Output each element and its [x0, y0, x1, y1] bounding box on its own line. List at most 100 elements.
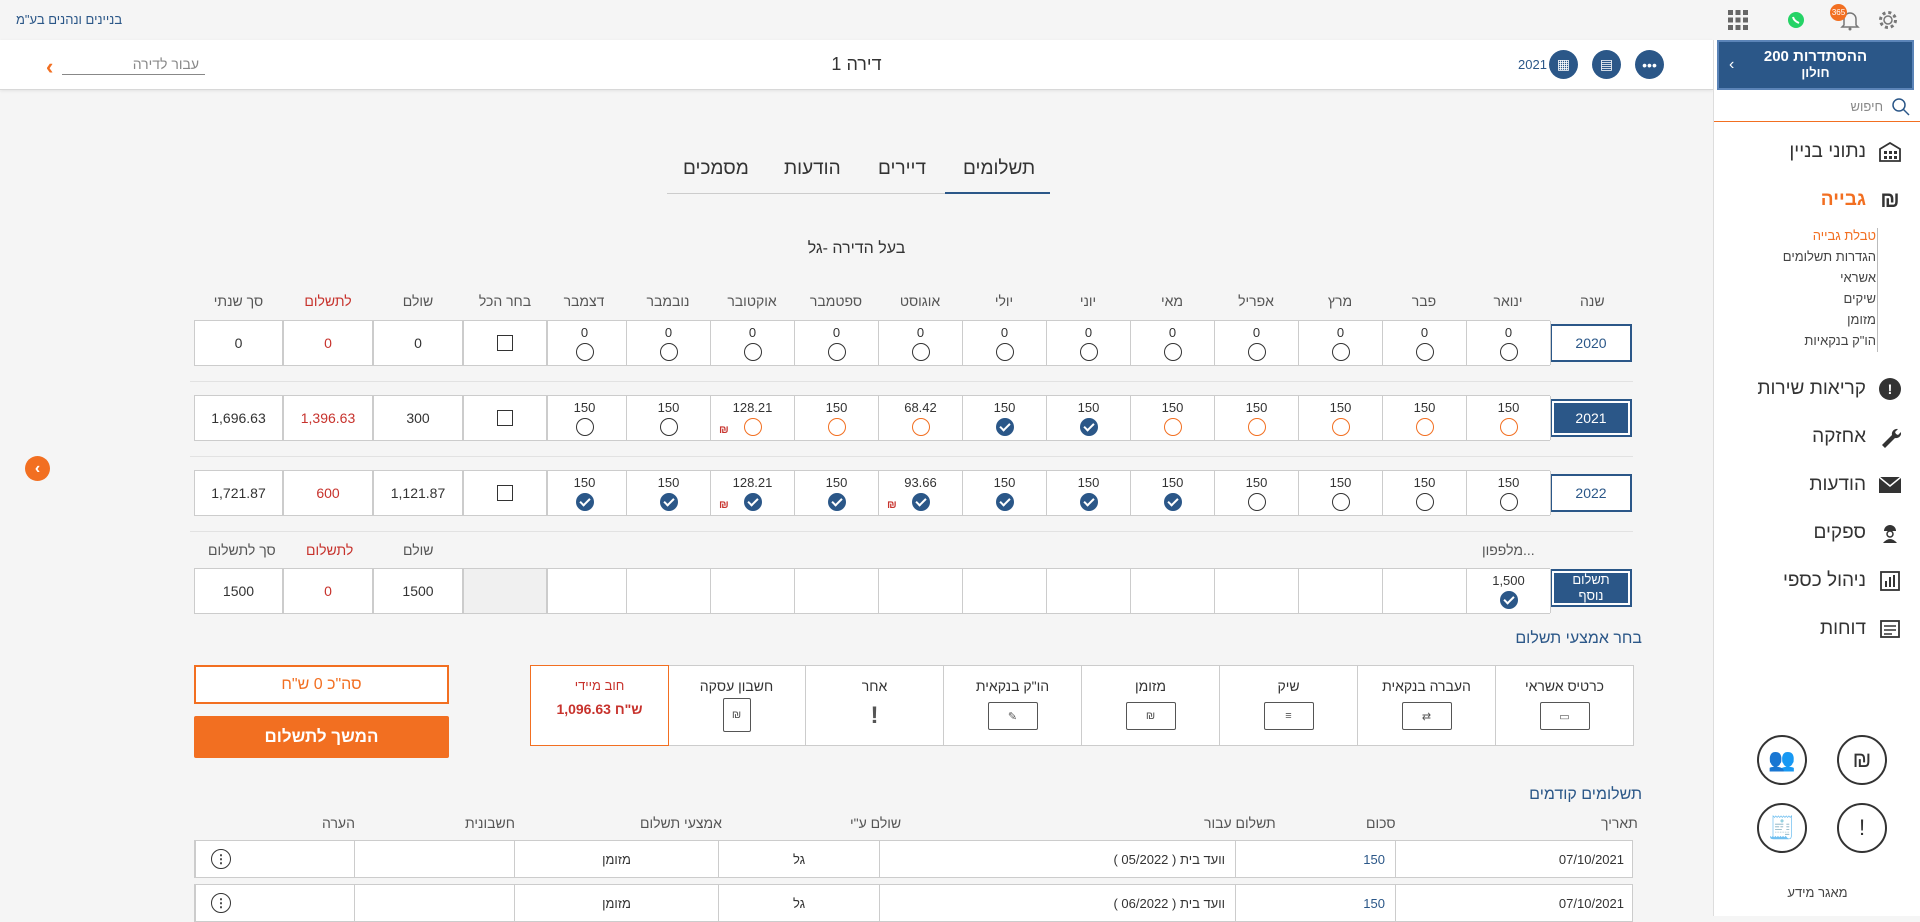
month-cell[interactable]: 0 — [1299, 321, 1383, 365]
month-cell[interactable]: 150 — [1131, 471, 1215, 515]
subitem-bank-standing-orders[interactable]: הו"ק בנקאיות — [1804, 333, 1876, 348]
month-paid-toggle[interactable] — [912, 343, 930, 361]
payment-method-check[interactable]: שיק ≡ — [1219, 665, 1358, 746]
subitem-cash[interactable]: מזומן — [1847, 312, 1876, 327]
bell-icon[interactable]: 365 — [1830, 4, 1862, 32]
tab-documents[interactable]: מסמכים — [683, 158, 749, 180]
month-paid-toggle[interactable] — [576, 493, 594, 511]
payment-method-bank-transfer[interactable]: העברה בנקאית ⇄ — [1357, 665, 1496, 746]
month-cell[interactable]: 150 — [1215, 471, 1299, 515]
month-paid-toggle[interactable] — [1248, 418, 1266, 436]
alert-icon[interactable]: ! — [1837, 803, 1887, 853]
extra-payment-button[interactable]: תשלום נוסף — [1550, 569, 1632, 607]
month-cell[interactable]: 0 — [711, 321, 795, 365]
month-cell[interactable]: 150 — [627, 471, 711, 515]
payment-method-invoice[interactable]: חשבון עסקה ₪ — [667, 665, 806, 746]
month-paid-toggle[interactable] — [576, 343, 594, 361]
more-options-icon[interactable]: ⋮ — [211, 849, 231, 869]
payment-method-credit-card[interactable]: כרטיס אשראי ▭ — [1495, 665, 1634, 746]
residents-icon[interactable]: 👥 — [1757, 735, 1807, 785]
payment-method-other[interactable]: אחר! — [805, 665, 944, 746]
apps-grid-icon[interactable] — [1726, 8, 1750, 32]
sidebar-item-financial-management[interactable]: ניהול כספי — [1783, 569, 1902, 593]
month-paid-toggle[interactable] — [1248, 343, 1266, 361]
subitem-collection-table[interactable]: טבלת גבייה — [1813, 228, 1876, 243]
calendar-icon[interactable]: ▦ — [1549, 50, 1578, 79]
year-button[interactable]: 2021 — [1550, 399, 1632, 437]
month-paid-toggle[interactable] — [1080, 343, 1098, 361]
document-icon[interactable]: ▤ — [1592, 50, 1621, 79]
month-paid-toggle[interactable] — [1500, 493, 1518, 511]
month-cell[interactable]: 150 — [1383, 396, 1467, 440]
month-cell[interactable]: 0 — [795, 321, 879, 365]
sidebar-item-service-calls[interactable]: קריאות שירות ! — [1757, 377, 1902, 401]
month-paid-toggle[interactable] — [1164, 493, 1182, 511]
month-cell[interactable]: 0 — [1215, 321, 1299, 365]
month-paid-toggle[interactable] — [828, 418, 846, 436]
month-paid-toggle[interactable] — [1500, 343, 1518, 361]
month-paid-toggle[interactable] — [660, 343, 678, 361]
search-input[interactable]: חיפוש — [1851, 99, 1883, 114]
building-selector[interactable]: ‹ ההסתדרות 200 חולון — [1717, 40, 1914, 90]
receipt-icon[interactable]: 🧾 — [1757, 803, 1807, 853]
month-paid-toggle[interactable] — [576, 418, 594, 436]
tab-payments[interactable]: תשלומים — [963, 158, 1035, 180]
sidebar-item-maintenance[interactable]: אחזקה — [1812, 425, 1902, 449]
month-paid-toggle[interactable] — [1416, 343, 1434, 361]
month-cell[interactable]: 0 — [1467, 321, 1551, 365]
month-paid-toggle[interactable] — [744, 493, 762, 511]
knowledge-base-link[interactable]: מאגר מידע — [1714, 885, 1920, 900]
month-cell[interactable]: 0 — [1131, 321, 1215, 365]
sidebar-item-suppliers[interactable]: ספקים — [1813, 521, 1902, 545]
sidebar-item-collection[interactable]: גבייה ₪ — [1821, 187, 1902, 212]
subitem-credit[interactable]: אשראי — [1840, 270, 1876, 285]
month-cell[interactable]: 0 — [1047, 321, 1131, 365]
month-cell[interactable]: 128.21 ₪ — [711, 471, 795, 515]
month-paid-toggle[interactable] — [1332, 343, 1350, 361]
settings-gear-icon[interactable] — [1876, 8, 1900, 32]
month-cell[interactable]: 150 — [1467, 471, 1551, 515]
month-paid-toggle[interactable] — [1332, 418, 1350, 436]
month-paid-toggle[interactable] — [996, 343, 1014, 361]
month-paid-toggle[interactable] — [912, 493, 930, 511]
month-cell[interactable]: 150 — [1299, 396, 1383, 440]
sidebar-item-reports[interactable]: דוחות — [1820, 617, 1902, 641]
month-cell[interactable]: 150 — [627, 396, 711, 440]
sidebar-item-building-data[interactable]: נתוני בניין — [1789, 140, 1902, 164]
month-paid-toggle[interactable] — [744, 418, 762, 436]
month-cell[interactable]: 0 — [963, 321, 1047, 365]
select-all-checkbox[interactable] — [497, 485, 513, 501]
shekel-icon[interactable]: ₪ — [1837, 735, 1887, 785]
month-paid-toggle[interactable] — [1248, 493, 1266, 511]
month-paid-toggle[interactable] — [660, 418, 678, 436]
month-paid-toggle[interactable] — [1164, 343, 1182, 361]
month-paid-toggle[interactable] — [828, 493, 846, 511]
month-cell[interactable]: 68.42 — [879, 396, 963, 440]
month-cell[interactable]: 128.21 ₪ — [711, 396, 795, 440]
year-button[interactable]: 2022 — [1550, 474, 1632, 512]
payment-method-bank-standing-order[interactable]: הו"ק בנקאית ✎ — [943, 665, 1082, 746]
select-all-checkbox[interactable] — [497, 335, 513, 351]
more-options-icon[interactable]: ••• — [1635, 50, 1664, 79]
month-cell[interactable]: 150 — [1467, 396, 1551, 440]
month-cell[interactable]: 150 — [1299, 471, 1383, 515]
month-paid-toggle[interactable] — [1080, 418, 1098, 436]
continue-to-payment-button[interactable]: המשך לתשלום — [194, 716, 449, 758]
month-cell[interactable]: 150 — [1383, 471, 1467, 515]
month-cell[interactable]: 150 — [543, 396, 627, 440]
search-icon[interactable] — [1891, 97, 1911, 117]
month-cell[interactable]: 150 — [543, 471, 627, 515]
month-cell[interactable]: 0 — [879, 321, 963, 365]
whatsapp-icon[interactable] — [1784, 8, 1808, 32]
month-paid-toggle[interactable] — [1080, 493, 1098, 511]
year-button[interactable]: 2020 — [1550, 324, 1632, 362]
table-row[interactable]: 07/10/2021 150 וועד בית ( 05/2022 ) גל מזומן… — [194, 840, 1633, 878]
month-paid-toggle[interactable] — [1500, 418, 1518, 436]
month-paid-toggle[interactable] — [744, 343, 762, 361]
month-paid-toggle[interactable] — [828, 343, 846, 361]
month-cell[interactable]: 150 — [1215, 396, 1299, 440]
month-paid-toggle[interactable] — [912, 418, 930, 436]
month-cell[interactable]: 0 — [543, 321, 627, 365]
extra-paid-toggle[interactable] — [1500, 591, 1518, 609]
tab-residents[interactable]: דיירים — [878, 158, 926, 180]
